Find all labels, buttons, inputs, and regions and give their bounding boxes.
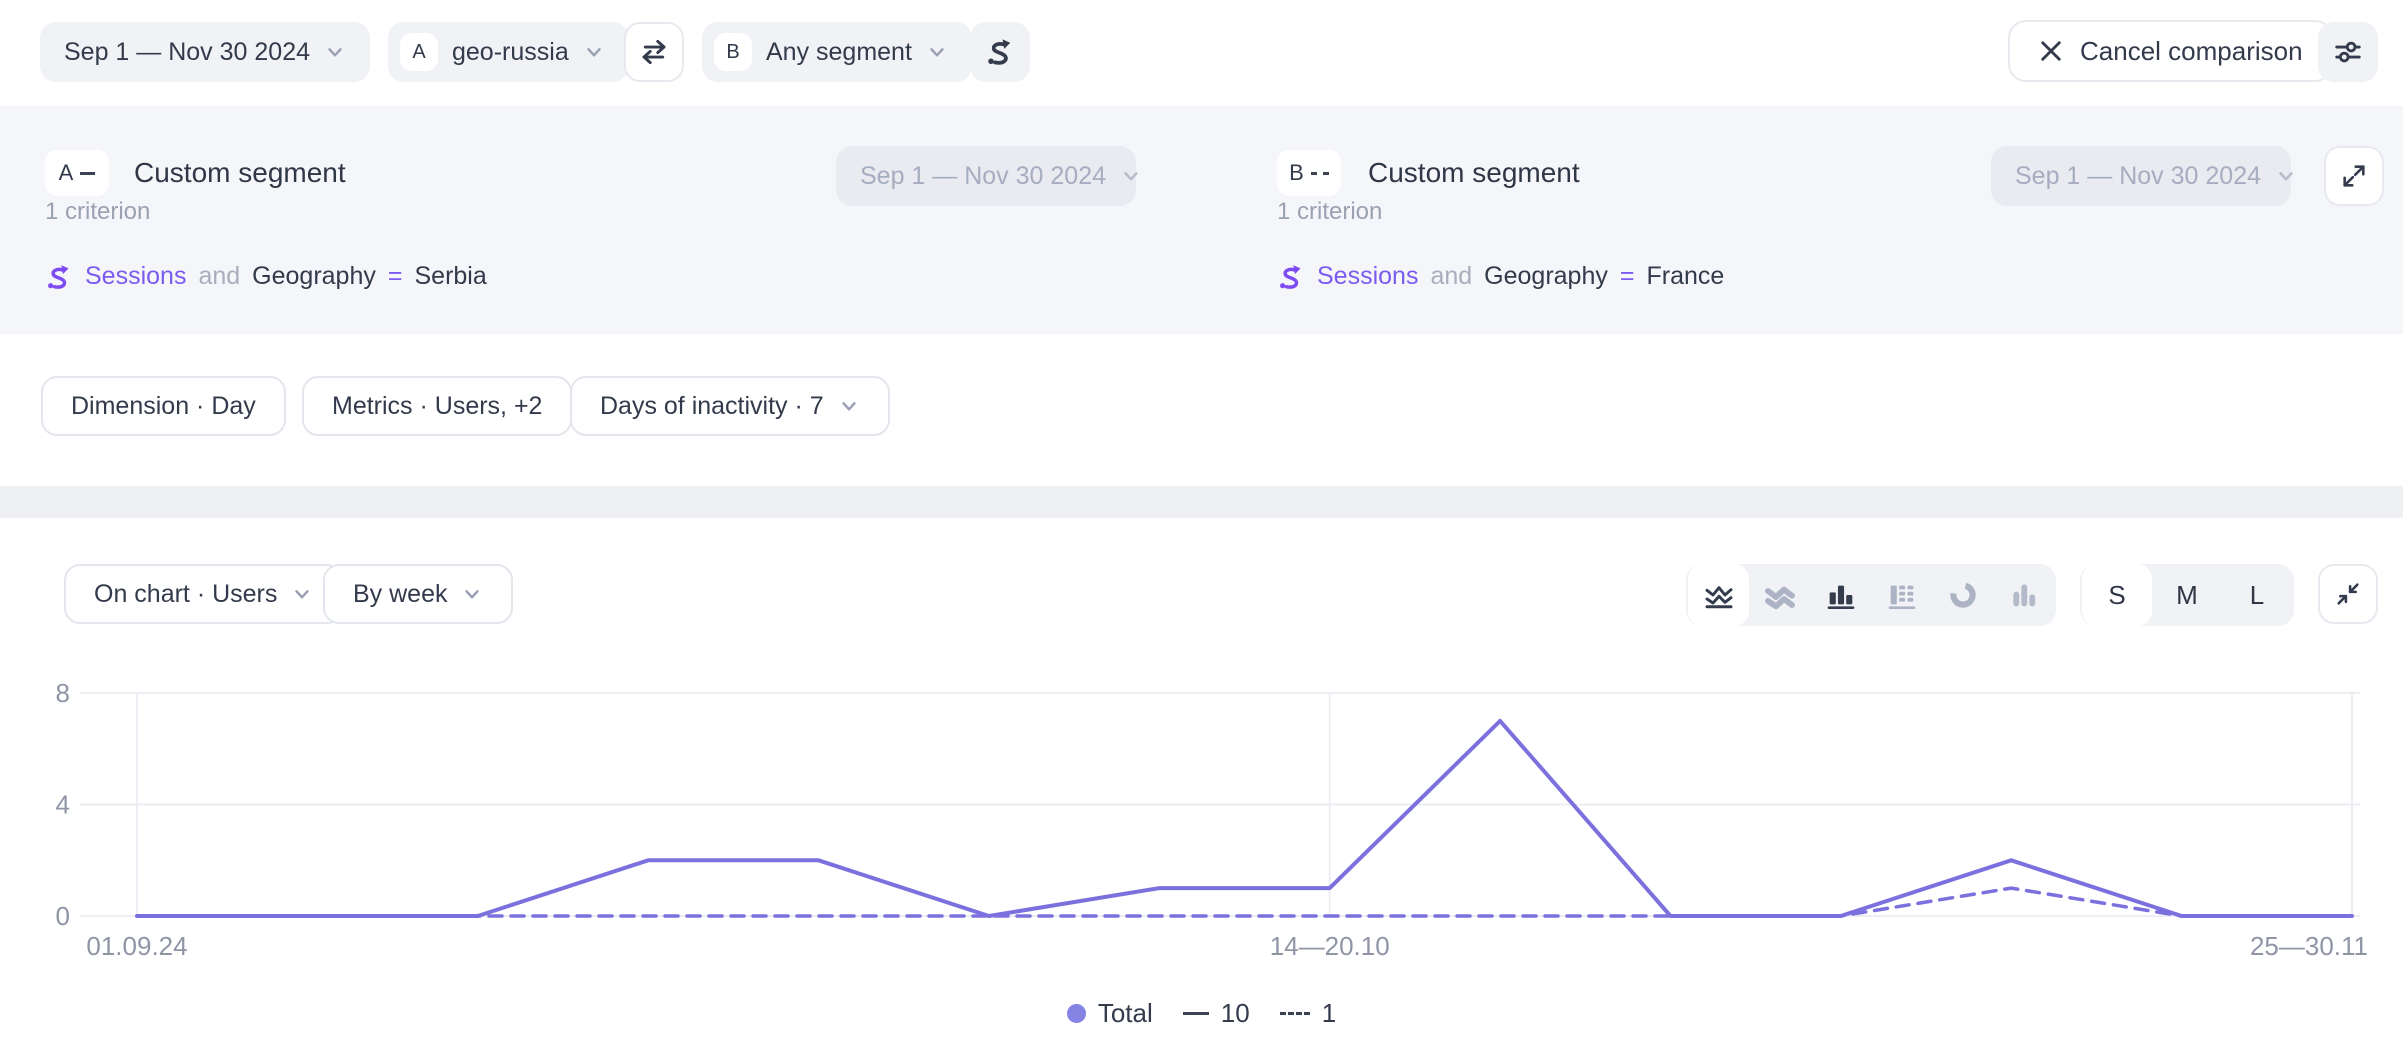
- segment-a-badge: A: [400, 33, 438, 71]
- stacked-area-chart-icon[interactable]: [1749, 564, 1810, 626]
- top-toolbar: Sep 1 — Nov 30 2024 A geo-russia B Any s…: [0, 0, 2403, 106]
- settings-button[interactable]: [2318, 22, 2378, 82]
- legend-solid-value: 10: [1221, 998, 1250, 1029]
- section-divider: [0, 486, 2403, 518]
- segment-b-letter: B: [1289, 160, 1304, 186]
- collapse-chart-button[interactable]: [2318, 564, 2378, 624]
- chart-size-s[interactable]: S: [2082, 564, 2152, 626]
- inactivity-chip-label: Days of inactivity · 7: [600, 392, 824, 421]
- criterion-field: Geography: [252, 262, 376, 291]
- segment-b-criteria-count: 1 criterion: [1277, 198, 1382, 226]
- chevron-down-icon: [926, 41, 948, 63]
- metrics-chip-label: Metrics · Users, +2: [332, 392, 542, 421]
- legend-series-solid[interactable]: 10: [1183, 998, 1250, 1029]
- histogram-chart-icon[interactable]: [1993, 564, 2054, 626]
- dashed-line-sample: [1280, 1012, 1310, 1015]
- segment-a-criterion[interactable]: Sessions and Geography = Serbia: [45, 262, 487, 291]
- segment-s-icon: [985, 37, 1015, 67]
- sliders-icon: [2333, 37, 2363, 67]
- granularity-dropdown[interactable]: By week: [323, 564, 513, 624]
- line-chart-icon[interactable]: [1688, 564, 1749, 626]
- metrics-chip[interactable]: Metrics · Users, +2: [302, 376, 572, 436]
- legend-series-dashed[interactable]: 1: [1280, 998, 1336, 1029]
- dashed-line-mark: [1311, 172, 1329, 175]
- criterion-conjunction: and: [1430, 262, 1472, 291]
- segment-b-badge: B: [714, 33, 752, 71]
- svg-text:14—20.10: 14—20.10: [1270, 931, 1390, 961]
- criterion-conjunction: and: [198, 262, 240, 291]
- cancel-comparison-button[interactable]: Cancel comparison: [2008, 20, 2333, 82]
- chevron-down-icon: [838, 395, 860, 417]
- criterion-field: Geography: [1484, 262, 1608, 291]
- segment-a-selector[interactable]: A geo-russia: [388, 22, 629, 82]
- svg-text:25—30.11: 25—30.11: [2250, 931, 2368, 961]
- segment-a-label: geo-russia: [452, 38, 569, 67]
- segment-b-panel-badge: B: [1277, 150, 1341, 196]
- swap-segments-button[interactable]: [624, 22, 684, 82]
- legend-total-label: Total: [1098, 998, 1153, 1029]
- expand-segment-b-button[interactable]: [2324, 146, 2384, 206]
- stacked-column-chart-icon[interactable]: [1871, 564, 1932, 626]
- segment-a-date-range[interactable]: Sep 1 — Nov 30 2024: [836, 146, 1136, 206]
- segmentation-button[interactable]: [970, 22, 1030, 82]
- segment-s-icon: [45, 263, 73, 291]
- chevron-down-icon: [291, 583, 313, 605]
- chevron-down-icon: [1120, 165, 1142, 187]
- cancel-comparison-label: Cancel comparison: [2080, 36, 2303, 67]
- segment-a-letter: A: [59, 160, 74, 186]
- chart-canvas[interactable]: 0 4 8 01.09.24 14—20.10 25—30.11: [0, 640, 2403, 975]
- criterion-metric: Sessions: [1317, 262, 1418, 291]
- legend-dot-icon: [1067, 1004, 1086, 1023]
- solid-line-sample: [1183, 1012, 1209, 1015]
- svg-text:8: 8: [56, 678, 70, 708]
- segment-b-date-range[interactable]: Sep 1 — Nov 30 2024: [1991, 146, 2291, 206]
- svg-text:0: 0: [56, 901, 70, 931]
- criterion-metric: Sessions: [85, 262, 186, 291]
- dimension-chip-label: Dimension · Day: [71, 392, 256, 421]
- segment-b-selector[interactable]: B Any segment: [702, 22, 972, 82]
- criterion-value: Serbia: [414, 262, 486, 291]
- segments-comparison-band: A Custom segment 1 criterion Sep 1 — Nov…: [0, 106, 2403, 334]
- chart-legend: Total 10 1: [0, 998, 2403, 1029]
- on-chart-metric-label: On chart · Users: [94, 580, 277, 609]
- collapse-icon: [2334, 580, 2362, 608]
- inactivity-chip[interactable]: Days of inactivity · 7: [570, 376, 890, 436]
- date-range-label: Sep 1 — Nov 30 2024: [64, 38, 310, 67]
- segment-a-criteria-count: 1 criterion: [45, 198, 150, 226]
- segment-a-panel-badge: A: [45, 150, 109, 196]
- segment-a-date-label: Sep 1 — Nov 30 2024: [860, 162, 1106, 191]
- column-chart-icon[interactable]: [1810, 564, 1871, 626]
- chart-size-l[interactable]: L: [2222, 564, 2292, 626]
- criterion-operator: =: [1620, 262, 1635, 291]
- analytics-comparison-page: Sep 1 — Nov 30 2024 A geo-russia B Any s…: [0, 0, 2403, 1055]
- segment-b-label: Any segment: [766, 38, 912, 67]
- chart-size-switcher: S M L: [2080, 564, 2294, 626]
- segment-b-title: Custom segment: [1368, 150, 1580, 196]
- chart-size-m[interactable]: M: [2152, 564, 2222, 626]
- close-icon: [2038, 38, 2064, 64]
- chevron-down-icon: [583, 41, 605, 63]
- criterion-value: France: [1646, 262, 1724, 291]
- segment-b-date-label: Sep 1 — Nov 30 2024: [2015, 162, 2261, 191]
- segment-b-criterion[interactable]: Sessions and Geography = France: [1277, 262, 1724, 291]
- segment-a-title: Custom segment: [134, 150, 346, 196]
- chevron-down-icon: [324, 41, 346, 63]
- expand-icon: [2340, 162, 2368, 190]
- legend-dashed-value: 1: [1322, 998, 1336, 1029]
- legend-total[interactable]: Total: [1067, 998, 1153, 1029]
- swap-icon: [639, 37, 669, 67]
- solid-line-mark: [80, 172, 95, 175]
- granularity-label: By week: [353, 580, 447, 609]
- donut-chart-icon[interactable]: [1932, 564, 1993, 626]
- criterion-operator: =: [388, 262, 403, 291]
- date-range-selector[interactable]: Sep 1 — Nov 30 2024: [40, 22, 370, 82]
- segment-s-icon: [1277, 263, 1305, 291]
- svg-text:01.09.24: 01.09.24: [86, 931, 187, 961]
- chart-type-toolbar: [1686, 564, 2056, 626]
- on-chart-metric-dropdown[interactable]: On chart · Users: [64, 564, 343, 624]
- dimension-chip[interactable]: Dimension · Day: [41, 376, 286, 436]
- chevron-down-icon: [2275, 165, 2297, 187]
- chevron-down-icon: [461, 583, 483, 605]
- svg-text:4: 4: [56, 790, 70, 820]
